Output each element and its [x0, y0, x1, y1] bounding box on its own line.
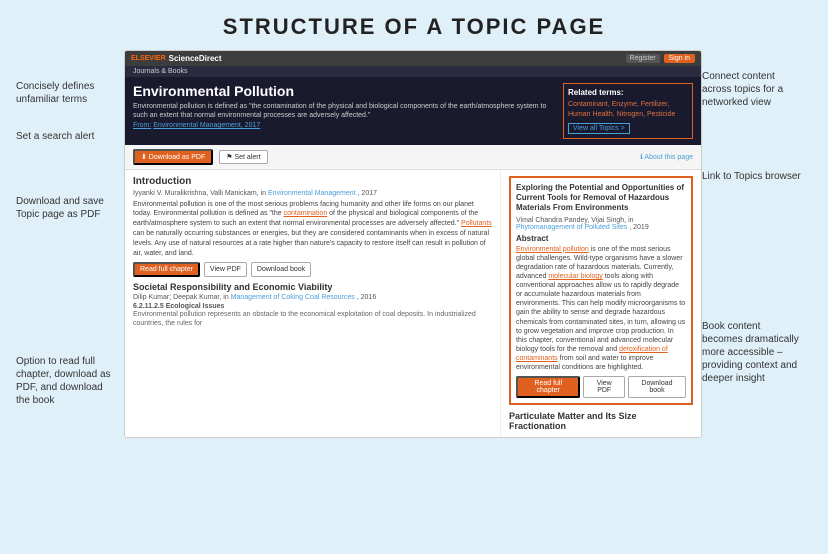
section2-heading: Societal Responsibility and Economic Via…: [133, 282, 492, 292]
nav-bar: Journals & Books: [125, 66, 701, 77]
sciencedirect-text: ScienceDirect: [169, 54, 222, 63]
related-terms-title: Related terms:: [568, 88, 688, 97]
page-container: STRUCTURE OF A TOPIC PAGE Concisely defi…: [0, 0, 828, 554]
right-annotations: Connect content across topics for a netw…: [702, 50, 812, 438]
topic-header: Environmental Pollution Environmental po…: [125, 77, 701, 145]
view-pdf-btn-1[interactable]: View PDF: [204, 262, 247, 277]
browser-nav: Register Sign in: [626, 54, 695, 63]
download-pdf-btn[interactable]: ⬇ Download as PDF: [133, 149, 213, 165]
about-page-link[interactable]: ℹ About this page: [640, 153, 693, 161]
featured-buttons: Read full chapter View PDF Download book: [516, 376, 686, 398]
topic-source: From: Environmental Management, 2017: [133, 122, 555, 129]
register-btn[interactable]: Register: [626, 54, 660, 63]
intro-authors: Iyyanki V. Muralikrishna, Valli Manickam…: [133, 190, 492, 197]
intro-journal-link[interactable]: Environmental Management: [268, 190, 356, 197]
intro-body: Environmental pollution is one of the mo…: [133, 200, 492, 259]
featured-article: Exploring the Potential and Opportunitie…: [509, 176, 693, 405]
view-all-btn[interactable]: View all Topics >: [568, 120, 688, 134]
read-chapter-btn-2[interactable]: Read full chapter: [516, 376, 580, 398]
topic-main: Environmental Pollution Environmental po…: [133, 83, 555, 139]
annotation-topics-browser: Link to Topics browser: [702, 170, 802, 183]
left-annotations: Concisely defines unfamiliar terms Set a…: [16, 50, 124, 438]
content-area: Concisely defines unfamiliar terms Set a…: [16, 50, 812, 438]
section2-journal-link[interactable]: Management of Coking Coal Resources: [231, 294, 355, 301]
action-bar: ⬇ Download as PDF ⚑ Set alert ℹ About th…: [125, 145, 701, 170]
pollutants-link[interactable]: Pollutants: [461, 220, 492, 227]
annotation-book-accessible: Book content becomes dramatically more a…: [702, 320, 802, 385]
right-col: Exploring the Potential and Opportunitie…: [501, 170, 701, 437]
env-pollution-link[interactable]: Environmental pollution: [516, 246, 589, 253]
intro-heading: Introduction: [133, 176, 492, 187]
set-alert-btn[interactable]: ⚑ Set alert: [219, 150, 267, 164]
download-book-btn-2[interactable]: Download book: [628, 376, 686, 398]
featured-meta: Vimal Chandra Pandey, Vijai Singh, in Ph…: [516, 217, 686, 231]
read-chapter-btn-1[interactable]: Read full chapter: [133, 262, 200, 277]
source-link[interactable]: Environmental Management, 2017: [153, 122, 260, 129]
intro-buttons: Read full chapter View PDF Download book: [133, 262, 492, 277]
view-pdf-btn-2[interactable]: View PDF: [583, 376, 625, 398]
detoxification-link[interactable]: detoxification of contaminants: [516, 346, 668, 362]
nav-journals[interactable]: Journals & Books: [133, 68, 187, 75]
browser-chrome: ELSEVIER ScienceDirect Register Sign in: [125, 51, 701, 66]
left-col: Introduction Iyyanki V. Muralikrishna, V…: [125, 170, 501, 437]
content-grid: Introduction Iyyanki V. Muralikrishna, V…: [125, 170, 701, 437]
annotation-connect-topics: Connect content across topics for a netw…: [702, 70, 802, 109]
browser-logo: ELSEVIER ScienceDirect: [131, 54, 222, 63]
annotation-download-pdf: Download and save Topic page as PDF: [16, 195, 116, 221]
related-terms-text[interactable]: Contaminant, Enzyme, Fertilizer, Human H…: [568, 101, 675, 118]
related-terms-links: Contaminant, Enzyme, Fertilizer, Human H…: [568, 100, 688, 120]
download-book-btn-1[interactable]: Download book: [251, 262, 311, 277]
related-terms-box: Related terms: Contaminant, Enzyme, Fert…: [563, 83, 693, 139]
contamination-link[interactable]: contamination: [284, 210, 328, 217]
featured-title: Exploring the Potential and Opportunitie…: [516, 183, 686, 214]
annotation-defines-terms: Concisely defines unfamiliar terms: [16, 80, 116, 106]
elsevier-logo: ELSEVIER: [131, 55, 166, 62]
featured-journal-link[interactable]: Phytomanagement of Polluted Sites: [516, 224, 627, 231]
annotation-search-alert: Set a search alert: [16, 130, 116, 143]
browser-mockup: ELSEVIER ScienceDirect Register Sign in …: [124, 50, 702, 438]
molecular-biology-link[interactable]: molecular biology: [548, 273, 602, 280]
page-title: STRUCTURE OF A TOPIC PAGE: [16, 14, 812, 40]
section2-authors: Dilip Kumar; Deepak Kumar, in Management…: [133, 294, 492, 301]
abstract-label: Abstract: [516, 234, 686, 243]
annotation-read-options: Option to read full chapter, download as…: [16, 355, 116, 407]
section2-sub: 6.2.11.2.5 Ecological Issues: [133, 303, 492, 310]
topic-description: Environmental pollution is defined as "t…: [133, 102, 555, 120]
topic-title: Environmental Pollution: [133, 83, 555, 99]
section2-body: Environmental pollution represents an ob…: [133, 310, 492, 328]
second-article-title: Particulate Matter and Its Size Fraction…: [509, 411, 693, 431]
signin-btn[interactable]: Sign in: [664, 54, 695, 63]
featured-body: Environmental pollution is one of the mo…: [516, 245, 686, 372]
